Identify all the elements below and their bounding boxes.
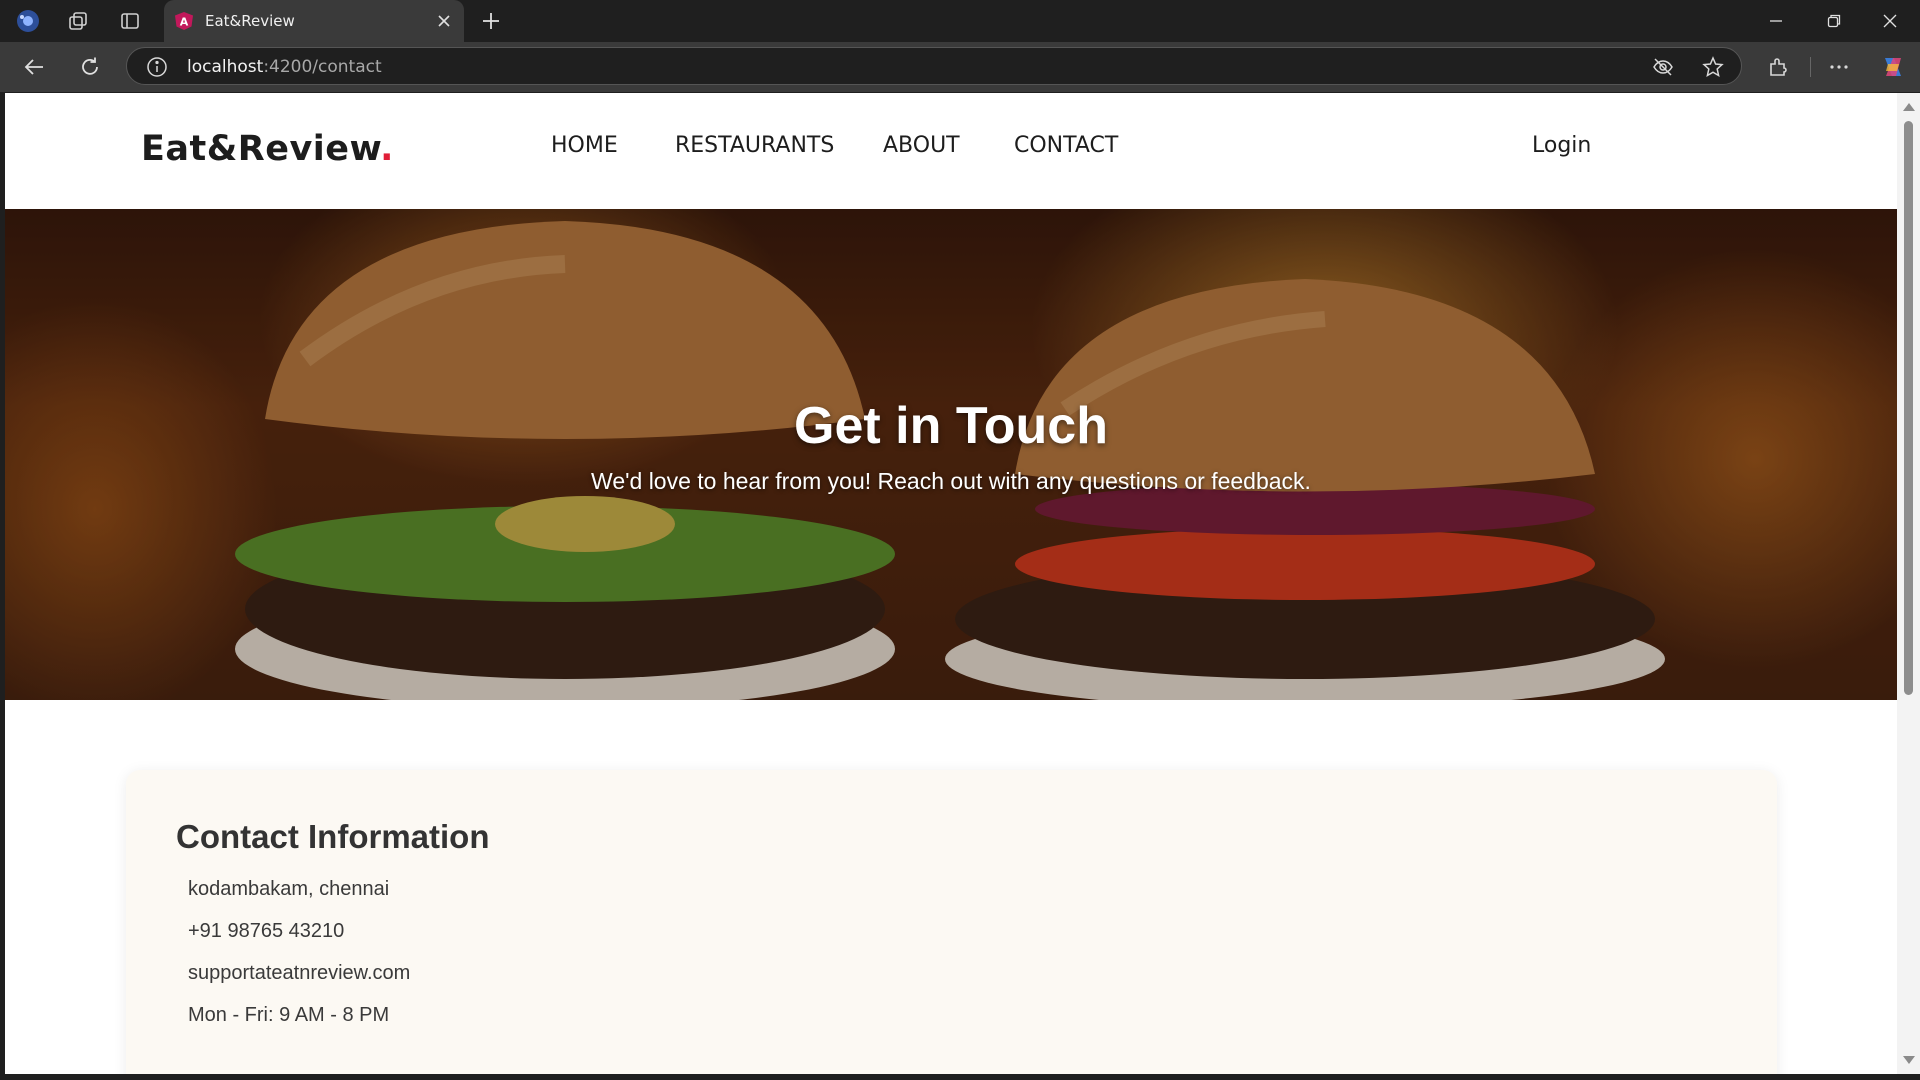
extensions-icon[interactable] <box>1765 54 1791 80</box>
contact-email: supportateatnreview.com <box>188 962 411 984</box>
hero-title: Get in Touch <box>794 397 1108 455</box>
minimize-window-icon[interactable] <box>1748 0 1804 42</box>
page-viewport: Eat&Review. HOME RESTAURANTS ABOUT CONTA… <box>5 93 1897 1074</box>
reload-icon[interactable] <box>77 54 103 80</box>
close-window-icon[interactable] <box>1862 0 1918 42</box>
tab-actions-icon[interactable] <box>118 9 142 33</box>
browser-toolbar: localhost:4200/contact <box>0 42 1920 92</box>
active-tab[interactable]: A Eat&Review <box>164 0 464 42</box>
site-logo[interactable]: Eat&Review. <box>141 129 394 169</box>
logo-text: Eat&Review <box>141 129 381 169</box>
restore-window-icon[interactable] <box>1806 0 1862 42</box>
toolbar-separator <box>1810 57 1811 77</box>
site-info-icon[interactable] <box>145 55 169 79</box>
contact-info-title: Contact Information <box>176 818 490 855</box>
scroll-down-arrow-icon[interactable] <box>1903 1056 1915 1064</box>
window-bottom-edge <box>0 1074 1920 1080</box>
url-text: localhost:4200/contact <box>187 57 382 77</box>
url-host: localhost <box>187 57 264 77</box>
new-tab-icon[interactable] <box>479 9 503 33</box>
svg-text:A: A <box>180 16 189 29</box>
address-bar[interactable]: localhost:4200/contact <box>126 47 1742 85</box>
angular-favicon-icon: A <box>174 11 194 31</box>
nav-about[interactable]: ABOUT <box>883 133 960 158</box>
contact-address: kodambakam, chennai <box>188 878 390 900</box>
favorite-star-icon[interactable] <box>1701 55 1725 79</box>
browser-tab-bar: A Eat&Review <box>0 0 1920 42</box>
scroll-up-arrow-icon[interactable] <box>1903 103 1915 111</box>
hero-banner: Get in Touch We'd love to hear from you!… <box>5 209 1897 700</box>
more-options-icon[interactable] <box>1826 54 1852 80</box>
hero-subtitle: We'd love to hear from you! Reach out wi… <box>591 468 1311 494</box>
url-path: :4200/contact <box>263 57 382 77</box>
contact-hours: Mon - Fri: 9 AM - 8 PM <box>188 1004 390 1026</box>
nav-contact[interactable]: CONTACT <box>1014 133 1118 158</box>
nav-home[interactable]: HOME <box>551 133 618 158</box>
contact-phone: +91 98765 43210 <box>188 920 345 942</box>
page-scrollbar[interactable] <box>1897 93 1920 1074</box>
tracking-prevention-icon[interactable] <box>1651 55 1675 79</box>
logo-dot: . <box>380 129 394 169</box>
nav-restaurants[interactable]: RESTAURANTS <box>675 133 834 158</box>
site-header: Eat&Review. HOME RESTAURANTS ABOUT CONTA… <box>5 93 1897 209</box>
contact-info-card: Contact Information kodambakam, chennai … <box>126 770 1777 1074</box>
scroll-thumb[interactable] <box>1904 121 1913 695</box>
back-arrow-icon[interactable] <box>21 54 47 80</box>
workspaces-icon[interactable] <box>66 9 90 33</box>
login-link[interactable]: Login <box>1532 133 1591 158</box>
close-tab-icon[interactable] <box>434 11 454 31</box>
copilot-icon[interactable] <box>1880 54 1906 80</box>
profile-avatar-icon[interactable] <box>16 9 40 33</box>
tab-title: Eat&Review <box>205 12 295 30</box>
